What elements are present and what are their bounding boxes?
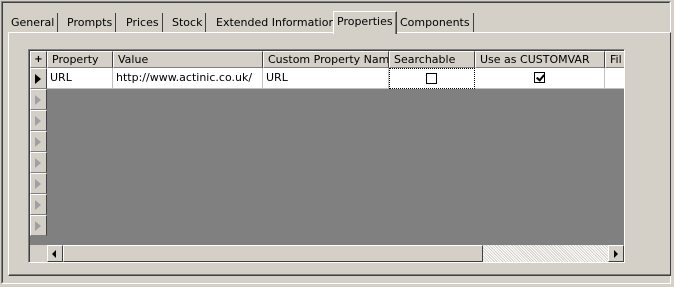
tab-general[interactable]: General [8,13,59,32]
scrollbar-corner [30,245,47,262]
tab-stock[interactable]: Stock [169,13,207,32]
row-arrow-icon [35,158,41,168]
tab-components[interactable]: Components [397,13,474,32]
horizontal-scrollbar[interactable] [47,245,624,262]
arrow-left-icon [52,250,56,258]
tab-strip: General Prompts Prices Stock Extended In… [8,11,666,34]
scroll-right-button[interactable] [608,245,624,262]
use-as-customvar-checkbox[interactable] [533,72,545,83]
tab-prices[interactable]: Prices [123,13,163,32]
column-header-value[interactable]: Value [113,51,263,68]
column-header-fil[interactable]: Fil [605,51,624,68]
cell-value[interactable]: http://www.actinic.co.uk/ [113,68,263,89]
row-arrow-icon [35,95,41,105]
row-selector-current[interactable] [30,68,47,89]
column-header-searchable[interactable]: Searchable [389,51,475,68]
row-arrow-icon [35,179,41,189]
arrow-right-icon [614,250,618,258]
properties-grid[interactable]: + Property Value Custom Property Name Se… [28,49,625,263]
tab-properties[interactable]: Properties [333,11,397,34]
row-selector[interactable] [30,89,47,110]
searchable-checkbox[interactable] [426,73,437,84]
cell-custom-property-name[interactable]: URL [263,68,389,89]
tab-prompts[interactable]: Prompts [64,13,117,32]
row-selector[interactable] [30,215,47,236]
cell-fil[interactable] [605,68,624,89]
row-selector[interactable] [30,110,47,131]
cell-use-as-customvar[interactable] [475,68,605,89]
row-arrow-icon [35,137,41,147]
row-arrow-icon [35,116,41,126]
column-header-property[interactable]: Property [47,51,113,68]
current-row-arrow-icon [35,74,41,84]
row-arrow-icon [35,200,41,210]
scroll-left-button[interactable] [47,245,63,262]
column-header-custom-property-name[interactable]: Custom Property Name [263,51,389,68]
column-header-use-as-customvar[interactable]: Use as CUSTOMVAR [475,51,605,68]
tab-extended-information[interactable]: Extended Information [213,13,340,32]
row-selector[interactable] [30,152,47,173]
row-selector[interactable] [30,173,47,194]
cell-property[interactable]: URL [47,68,113,89]
row-selector[interactable] [30,131,47,152]
row-selector[interactable] [30,194,47,215]
add-row-button[interactable]: + [30,51,47,68]
row-arrow-icon [35,221,41,231]
cell-searchable[interactable] [389,68,475,89]
scrollbar-thumb[interactable] [63,245,483,262]
